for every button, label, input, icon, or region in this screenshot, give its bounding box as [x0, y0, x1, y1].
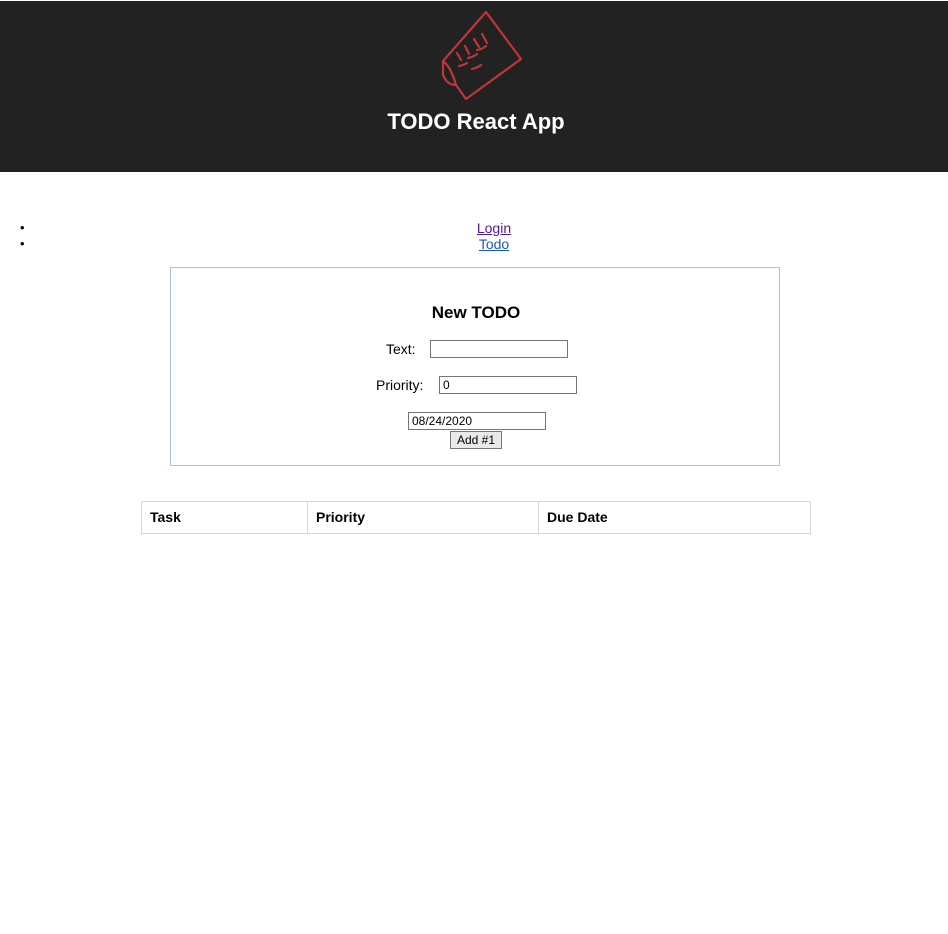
- nav-link-todo[interactable]: Todo: [479, 236, 509, 252]
- nav-list: • Login • Todo: [0, 220, 948, 252]
- todo-table: Task Priority Due Date: [141, 501, 811, 534]
- column-header-task: Task: [150, 509, 181, 525]
- nav-item-login: • Login: [0, 220, 948, 236]
- app-title: TODO React App: [387, 109, 565, 134]
- bullet-icon: •: [20, 236, 25, 251]
- new-todo-form: New TODO Text: Priority: Add #1: [170, 267, 780, 466]
- form-title: New TODO: [431, 303, 521, 322]
- nav-link-login[interactable]: Login: [477, 220, 511, 236]
- priority-label: Priority:: [376, 377, 424, 393]
- bullet-icon: •: [20, 220, 25, 235]
- column-header-priority: Priority: [307, 502, 538, 533]
- text-label: Text:: [386, 341, 416, 357]
- due-date-input[interactable]: [408, 412, 546, 430]
- text-input[interactable]: [430, 340, 568, 358]
- priority-input[interactable]: [439, 376, 577, 394]
- todo-logo-icon: [441, 10, 523, 101]
- column-header-due-date: Due Date: [538, 502, 810, 533]
- app-header: TODO React App: [0, 1, 948, 172]
- nav-item-todo: • Todo: [0, 236, 948, 252]
- add-todo-button[interactable]: Add #1: [450, 431, 502, 449]
